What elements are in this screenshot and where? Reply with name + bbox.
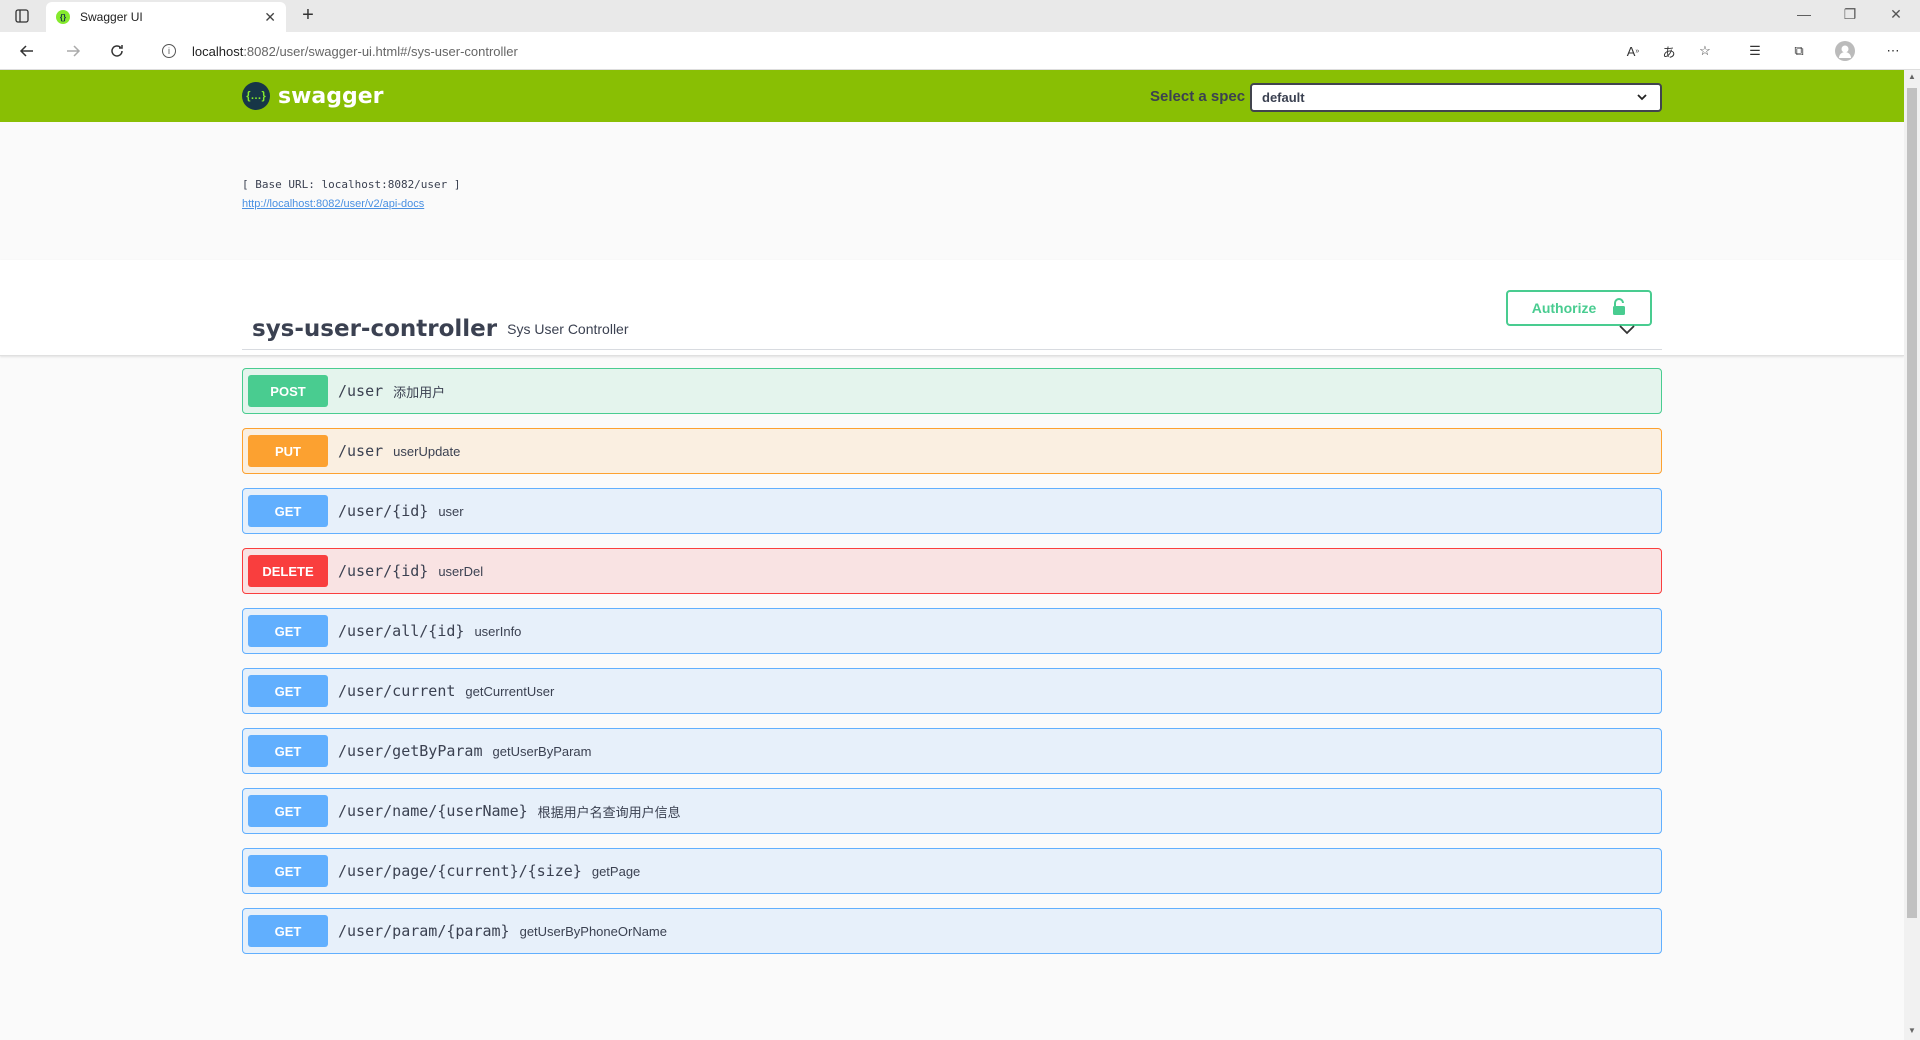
operation-summary: getUserByParam: [492, 743, 592, 759]
operation-summary: 根据用户名查询用户信息: [537, 804, 681, 820]
operation-row[interactable]: DELETE /user/{id} userDel: [242, 548, 1662, 594]
tag-description: Sys User Controller: [507, 320, 629, 337]
method-badge: GET: [248, 855, 328, 887]
swagger-logo[interactable]: {…} swagger: [242, 82, 384, 110]
forward-icon[interactable]: [62, 40, 84, 62]
spec-select-value: default: [1262, 90, 1305, 105]
swagger-topbar: {…} swagger Select a spec default: [0, 70, 1904, 122]
operation-row[interactable]: GET /user/all/{id} userInfo: [242, 608, 1662, 654]
operation-row[interactable]: POST /user 添加用户: [242, 368, 1662, 414]
operation-row[interactable]: PUT /user userUpdate: [242, 428, 1662, 474]
spec-select[interactable]: default: [1250, 83, 1662, 112]
read-aloud-icon[interactable]: A»: [1622, 40, 1644, 62]
operation-row[interactable]: GET /user/param/{param} getUserByPhoneOr…: [242, 908, 1662, 954]
operation-path: /user: [338, 442, 384, 460]
restore-icon[interactable]: ❐: [1840, 6, 1860, 23]
operation-row[interactable]: GET /user/name/{userName} 根据用户名查询用户信息: [242, 788, 1662, 834]
translate-icon[interactable]: あ: [1658, 40, 1680, 62]
operation-path: /user/{id}: [338, 502, 429, 520]
scroll-down-icon[interactable]: ▼: [1908, 1026, 1916, 1035]
profile-avatar-icon[interactable]: [1834, 40, 1856, 62]
page-scrollbar[interactable]: ▲ ▼: [1904, 70, 1920, 1040]
operation-summary: userDel: [438, 563, 484, 579]
tab-swagger-ui[interactable]: {} Swagger UI ✕: [46, 2, 286, 32]
base-url: [ Base URL: localhost:8082/user ]: [242, 178, 461, 191]
nav-bar: i localhost:8082/user/swagger-ui.html#/s…: [0, 32, 1920, 70]
scrollbar-thumb[interactable]: [1907, 88, 1917, 918]
method-badge: DELETE: [248, 555, 328, 587]
scroll-up-icon[interactable]: ▲: [1908, 72, 1916, 81]
url-text: localhost:8082/user/swagger-ui.html#/sys…: [192, 43, 518, 59]
spec-select-label: Select a spec: [1150, 88, 1246, 105]
tag-name: sys-user-controller: [252, 315, 498, 342]
close-tab-icon[interactable]: ✕: [264, 9, 276, 26]
swagger-logo-icon: {…}: [242, 82, 270, 110]
operation-path: /user/all/{id}: [338, 622, 465, 640]
window-close-icon[interactable]: ✕: [1886, 6, 1906, 23]
operation-summary: getPage: [591, 863, 641, 879]
collapse-chevron-icon[interactable]: [1618, 320, 1636, 343]
operation-row[interactable]: GET /user/page/{current}/{size} getPage: [242, 848, 1662, 894]
method-badge: GET: [248, 735, 328, 767]
operation-path: /user/getByParam: [338, 742, 483, 760]
operation-path: /user: [338, 382, 384, 400]
operation-summary: getUserByPhoneOrName: [519, 923, 667, 939]
tab-actions-icon[interactable]: [12, 6, 32, 26]
add-favorite-icon[interactable]: ☆: [1694, 40, 1716, 62]
operation-summary: getCurrentUser: [465, 683, 555, 699]
info-section: [ Base URL: localhost:8082/user ] http:/…: [0, 122, 1904, 260]
address-bar[interactable]: i localhost:8082/user/swagger-ui.html#/s…: [146, 36, 1636, 66]
tag-header-sys-user-controller[interactable]: sys-user-controller Sys User Controller: [242, 308, 1662, 350]
method-badge: PUT: [248, 435, 328, 467]
operation-row[interactable]: GET /user/{id} user: [242, 488, 1662, 534]
method-badge: GET: [248, 795, 328, 827]
operation-row[interactable]: GET /user/getByParam getUserByParam: [242, 728, 1662, 774]
collections-icon[interactable]: ⧉: [1788, 40, 1810, 62]
method-badge: GET: [248, 915, 328, 947]
back-icon[interactable]: [16, 40, 38, 62]
method-badge: POST: [248, 375, 328, 407]
new-tab-icon[interactable]: +: [296, 4, 320, 28]
swagger-logo-text: swagger: [278, 83, 384, 109]
method-badge: GET: [248, 495, 328, 527]
method-badge: GET: [248, 615, 328, 647]
tab-bar: {} Swagger UI ✕ + — ❐ ✕: [0, 0, 1920, 32]
site-info-icon[interactable]: i: [162, 44, 176, 58]
api-docs-link[interactable]: http://localhost:8082/user/v2/api-docs: [242, 198, 424, 210]
browser-chrome: {} Swagger UI ✕ + — ❐ ✕ i localhost:8082…: [0, 0, 1920, 70]
operation-path: /user/name/{userName}: [338, 802, 528, 820]
operation-summary: userInfo: [474, 623, 522, 639]
swagger-favicon-icon: {}: [56, 10, 70, 24]
operation-path: /user/page/{current}/{size}: [338, 862, 582, 880]
operation-path: /user/current: [338, 682, 456, 700]
operation-summary: 添加用户: [393, 384, 446, 400]
tab-title: Swagger UI: [80, 10, 143, 24]
settings-more-icon[interactable]: ⋯: [1882, 40, 1904, 62]
operation-summary: user: [438, 503, 464, 519]
refresh-icon[interactable]: [106, 40, 128, 62]
method-badge: GET: [248, 675, 328, 707]
operation-row[interactable]: GET /user/current getCurrentUser: [242, 668, 1662, 714]
operation-summary: userUpdate: [393, 443, 461, 459]
operations-list: POST /user 添加用户 PUT /user userUpdate GET…: [242, 368, 1662, 968]
favorites-icon[interactable]: ☰: [1744, 40, 1766, 62]
operation-path: /user/{id}: [338, 562, 429, 580]
minimize-icon[interactable]: —: [1794, 6, 1814, 22]
operation-path: /user/param/{param}: [338, 922, 510, 940]
chevron-down-icon: [1636, 91, 1648, 106]
